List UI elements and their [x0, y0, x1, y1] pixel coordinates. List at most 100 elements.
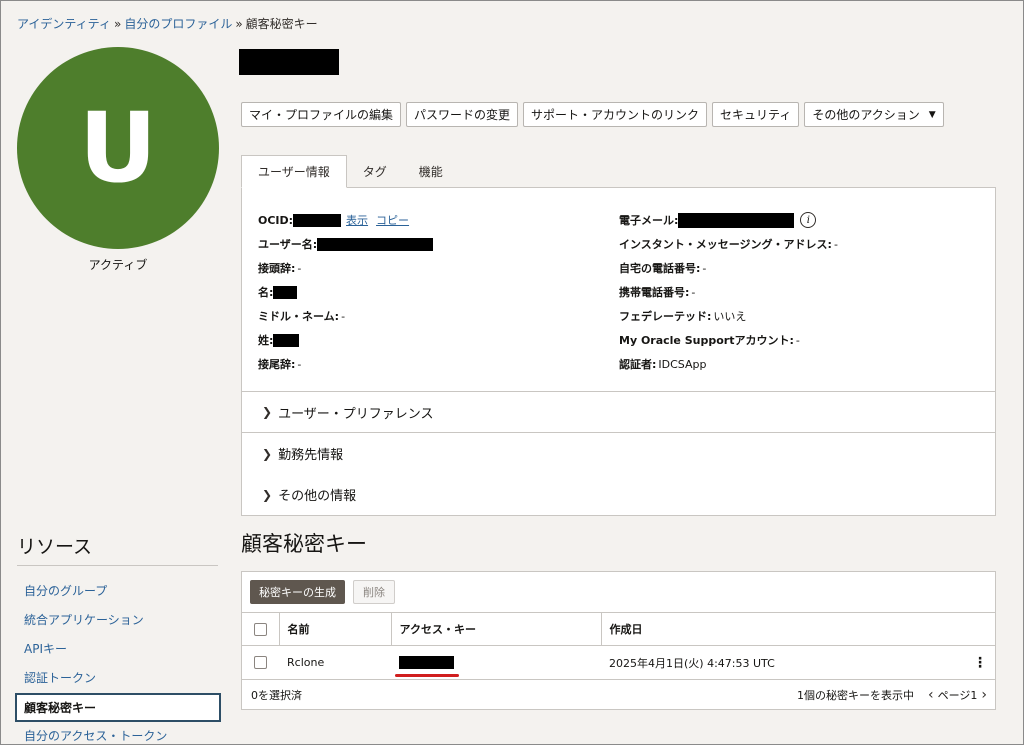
page-label: ページ1 — [937, 689, 978, 702]
avatar: U — [17, 47, 219, 249]
breadcrumb-identity[interactable]: アイデンティティ — [17, 17, 111, 31]
ocid-show-link[interactable]: 表示 — [346, 212, 368, 228]
accordion-label: その他の情報 — [278, 489, 357, 504]
access-key-redacted — [399, 656, 454, 670]
highlight-underline — [395, 674, 459, 677]
resource-item-my-groups[interactable]: 自分のグループ — [15, 577, 221, 606]
select-all-checkbox[interactable] — [254, 622, 267, 636]
caret-down-icon: ▼ — [928, 109, 936, 120]
chevron-right-icon: ❯ — [262, 487, 273, 502]
user-name-redacted — [239, 49, 339, 75]
mos-label: My Oracle Supportアカウント: — [619, 334, 794, 347]
tab-tags[interactable]: タグ — [347, 155, 403, 188]
resource-item-my-access-tokens[interactable]: 自分のアクセス・トークン — [15, 722, 221, 745]
authenticator-label: 認証者: — [619, 358, 657, 371]
home-phone-row: 自宅の電話番号: - — [619, 256, 838, 280]
user-info-right-column: 電子メール: i インスタント・メッセージング・アドレス: - 自宅の電話番号:… — [619, 208, 838, 376]
more-actions-button[interactable]: その他のアクション ▼ — [804, 102, 944, 127]
delete-button: 削除 — [353, 580, 395, 604]
last-name-label: 姓: — [258, 334, 274, 347]
mos-value: - — [795, 333, 800, 347]
column-header-created[interactable]: 作成日 — [601, 612, 995, 646]
accordion-label: 勤務先情報 — [278, 448, 344, 463]
first-name-row: 名: — [258, 280, 433, 304]
breadcrumb-separator: » — [113, 17, 122, 31]
change-password-button[interactable]: パスワードの変更 — [406, 102, 519, 127]
row-checkbox[interactable] — [254, 656, 267, 670]
secret-keys-panel: 秘密キーの生成 削除 名前 アクセス・キー 作成日 Rclone 2025年4月… — [241, 571, 996, 710]
last-name-redacted — [273, 333, 300, 347]
column-header-access-key[interactable]: アクセス・キー — [391, 612, 602, 646]
secret-keys-table: 名前 アクセス・キー 作成日 Rclone 2025年4月1日(火) 4:47:… — [242, 612, 995, 680]
ocid-redacted — [293, 213, 342, 227]
tab-user-info[interactable]: ユーザー情報 — [241, 155, 347, 188]
breadcrumb-my-profile[interactable]: 自分のプロファイル — [124, 17, 232, 31]
breadcrumb-separator: » — [235, 17, 243, 31]
selected-count: 0を選択済 — [251, 689, 302, 702]
pagination: ‹ ページ1 › — [928, 687, 987, 703]
generate-secret-key-button[interactable]: 秘密キーの生成 — [250, 580, 345, 604]
accordion-user-preferences[interactable]: ❯ ユーザー・プリファレンス — [241, 391, 996, 433]
kebab-menu-icon[interactable]: ⋮ — [973, 655, 987, 671]
tab-bar: ユーザー情報 タグ 機能 — [241, 155, 459, 188]
prefix-row: 接頭辞: - — [258, 256, 433, 280]
table-row: Rclone 2025年4月1日(火) 4:47:53 UTC ⋮ — [242, 645, 995, 680]
accordion-label: ユーザー・プリファレンス — [278, 406, 434, 422]
chevron-right-icon: ❯ — [262, 446, 273, 461]
avatar-letter: U — [79, 92, 157, 204]
more-actions-label: その他のアクション — [812, 108, 920, 122]
edit-profile-button[interactable]: マイ・プロファイルの編集 — [241, 102, 402, 127]
status-label: アクティブ — [88, 258, 148, 272]
suffix-row: 接尾辞: - — [258, 352, 433, 376]
middle-name-row: ミドル・ネーム: - — [258, 304, 433, 328]
email-label: 電子メール: — [619, 214, 679, 227]
resource-item-api-keys[interactable]: APIキー — [15, 635, 221, 664]
resource-item-auth-tokens[interactable]: 認証トークン — [15, 664, 221, 693]
access-key-cell — [391, 645, 601, 680]
authenticator-row: 認証者: IDCSApp — [619, 352, 838, 376]
prefix-label: 接頭辞: — [258, 262, 296, 275]
ocid-label: OCID: — [258, 213, 294, 227]
email-redacted — [678, 212, 795, 228]
security-button[interactable]: セキュリティ — [712, 102, 800, 127]
link-support-account-button[interactable]: サポート・アカウントのリンク — [523, 102, 708, 127]
ocid-copy-link[interactable]: コピー — [376, 212, 409, 228]
mobile-row: 携帯電話番号: - — [619, 280, 838, 304]
username-redacted — [317, 237, 434, 251]
first-name-label: 名: — [258, 286, 274, 299]
table-footer: 0を選択済 1個の秘密キーを表示中 ‹ ページ1 › — [242, 680, 995, 710]
username-row: ユーザー名: — [258, 232, 434, 256]
ocid-row: OCID: 表示 コピー — [258, 208, 433, 232]
column-header-name[interactable]: 名前 — [279, 612, 392, 646]
mobile-value: - — [691, 285, 696, 299]
chevron-left-icon[interactable]: ‹ — [928, 687, 934, 703]
home-phone-value: - — [702, 261, 707, 275]
accordion-work-info[interactable]: ❯ 勤務先情報 — [241, 433, 996, 475]
tab-capabilities[interactable]: 機能 — [403, 155, 459, 188]
resources-list: 自分のグループ 統合アプリケーション APIキー 認証トークン 顧客秘密キー 自… — [15, 577, 221, 745]
federated-row: フェデレーテッド: いいえ — [619, 304, 838, 328]
select-all-cell — [242, 612, 280, 646]
mobile-label: 携帯電話番号: — [619, 286, 690, 299]
middle-name-label: ミドル・ネーム: — [258, 310, 340, 323]
breadcrumb-current: 顧客秘密キー — [245, 17, 318, 31]
info-icon[interactable]: i — [800, 212, 817, 228]
user-info-panel: OCID: 表示 コピー ユーザー名: 接頭辞: - 名: ミドル・ネーム: -… — [241, 187, 996, 392]
created-cell: 2025年4月1日(火) 4:47:53 UTC ⋮ — [601, 645, 995, 680]
suffix-label: 接尾辞: — [258, 358, 296, 371]
im-row: インスタント・メッセージング・アドレス: - — [619, 232, 838, 256]
authenticator-value: IDCSApp — [658, 357, 707, 371]
first-name-redacted — [273, 285, 298, 299]
section-title: 顧客秘密キー — [241, 532, 367, 556]
created-date: 2025年4月1日(火) 4:47:53 UTC — [609, 656, 775, 670]
accordion-other-info[interactable]: ❯ その他の情報 — [241, 474, 996, 516]
chevron-right-icon[interactable]: › — [981, 687, 987, 703]
resources-divider — [17, 565, 218, 566]
showing-count: 1個の秘密キーを表示中 — [797, 689, 914, 702]
federated-label: フェデレーテッド: — [619, 310, 712, 323]
federated-value: いいえ — [713, 310, 747, 323]
resource-item-integrated-apps[interactable]: 統合アプリケーション — [15, 606, 221, 635]
action-bar: マイ・プロファイルの編集 パスワードの変更 サポート・アカウントのリンク セキュ… — [241, 102, 944, 127]
resource-item-customer-secret-keys[interactable]: 顧客秘密キー — [15, 693, 221, 722]
key-name-cell: Rclone — [279, 645, 391, 680]
